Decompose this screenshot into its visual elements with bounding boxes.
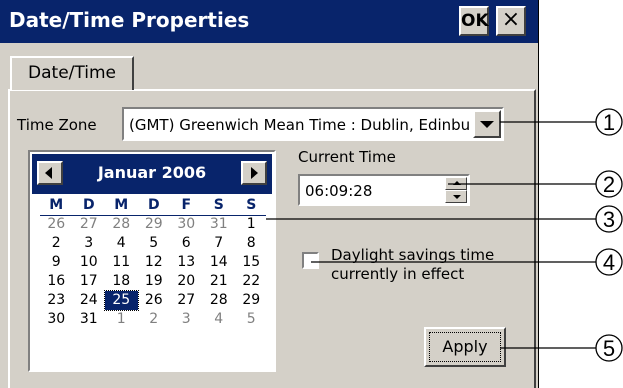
callout-number-4: 4 <box>603 250 615 275</box>
callout-number-2: 2 <box>603 172 615 197</box>
tab-date-time[interactable]: Date/Time <box>10 56 134 90</box>
callout-number-5: 5 <box>603 336 615 361</box>
callout-number-1: 1 <box>603 110 615 135</box>
callout-number-3: 3 <box>603 207 615 232</box>
